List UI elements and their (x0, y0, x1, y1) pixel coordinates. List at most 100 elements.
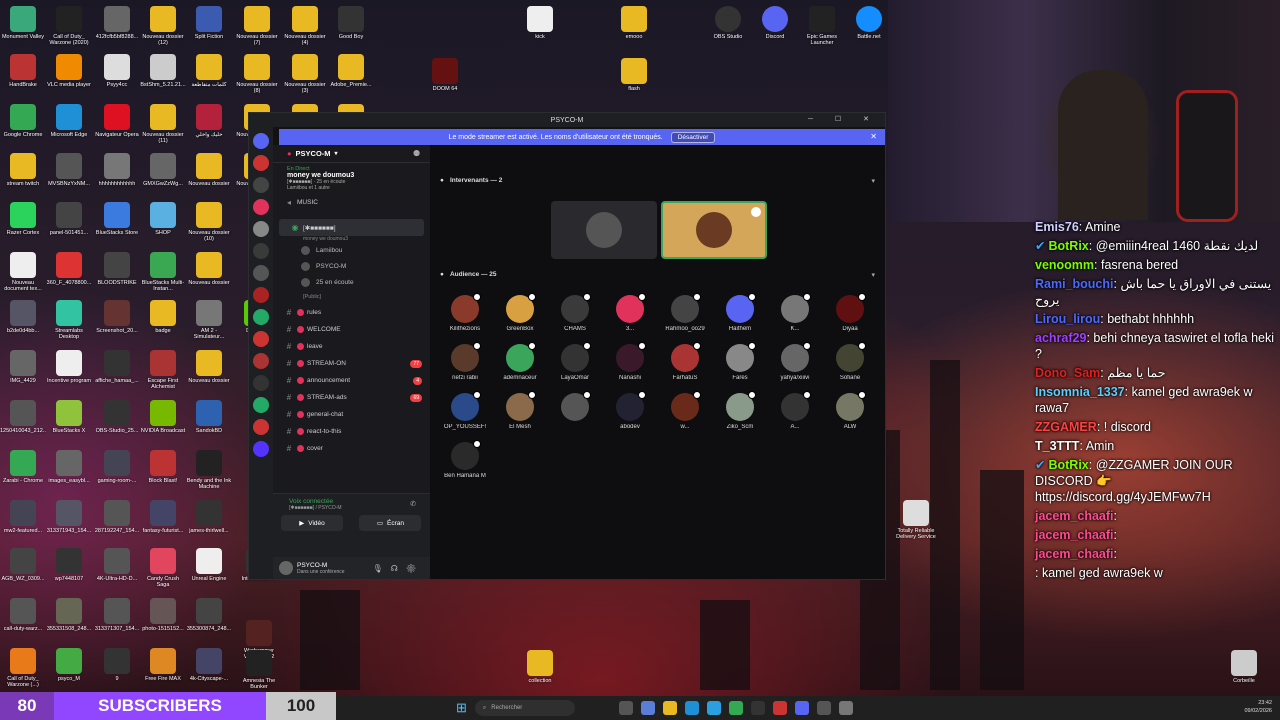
desktop-icon[interactable]: 355331508_248... (46, 598, 92, 645)
desktop-icon[interactable]: Nouveau dossier (186, 252, 232, 299)
channel-item[interactable]: # STREAM-ads 69 (273, 389, 430, 406)
desktop-icon[interactable]: Nouveau dossier (3) (282, 54, 328, 101)
desktop-icon[interactable]: BlueStacks Store (94, 202, 140, 249)
desktop-icon[interactable]: 1250410043_212... (0, 400, 46, 447)
server-icon[interactable] (253, 441, 269, 457)
chevron-down-icon[interactable]: ▾ (871, 271, 875, 279)
audience-member[interactable]: ademnaceur (495, 342, 545, 381)
audience-member[interactable]: Haithem (715, 293, 765, 332)
desktop-icon[interactable]: Monument Valley (0, 6, 46, 53)
taskbar-app-icon[interactable] (618, 701, 633, 715)
channel-music[interactable]: ◂ MUSIC (273, 194, 430, 211)
desktop-icon[interactable]: Adobe_Premie... (328, 54, 374, 101)
voice-user[interactable]: 25 en écoute (273, 274, 430, 290)
server-icon[interactable] (253, 243, 269, 259)
audience-member[interactable]: yahya/xiiivi (770, 342, 820, 381)
desktop-icon[interactable]: GMXGwZzWg... (140, 153, 186, 200)
window-controls[interactable]: ─ ☐ ✕ (808, 115, 879, 123)
audience-member[interactable]: Rahmoo_oo29 (660, 293, 710, 332)
taskbar-app-icon[interactable] (838, 701, 853, 715)
voice-user[interactable]: PSYCO-M (273, 258, 430, 274)
server-icon[interactable] (253, 155, 269, 171)
desktop-icon[interactable]: Google Chrome (0, 104, 46, 151)
audience-member[interactable]: OP_YOUSSEF! (440, 391, 490, 430)
desktop-icon[interactable]: flash (611, 58, 657, 105)
audience-member[interactable]: GreenBox (495, 293, 545, 332)
disable-streamer-button[interactable]: Désactiver (670, 131, 716, 143)
taskbar-app-icon[interactable] (684, 701, 699, 715)
desktop-icon[interactable]: james-thirlwell... (186, 500, 232, 547)
server-icon[interactable] (253, 353, 269, 369)
desktop-icon[interactable]: Split Fiction (186, 6, 232, 53)
audience-member[interactable]: LayaOmar (550, 342, 600, 381)
desktop-icon[interactable]: 4K-Ultra-HD-D... (94, 548, 140, 595)
audience-member[interactable]: Fares (715, 342, 765, 381)
channel-item[interactable]: # general-chat (273, 406, 430, 423)
desktop-icon[interactable]: Call of Duty_ Warzone (...) (0, 648, 46, 695)
channel-item[interactable]: # cover (273, 440, 430, 457)
desktop-icon[interactable]: Psyy4cc (94, 54, 140, 101)
desktop-icon[interactable]: Battle.net (846, 6, 892, 53)
server-icon[interactable] (253, 331, 269, 347)
desktop-icon[interactable]: Good Boy (328, 6, 374, 53)
desktop-icon[interactable]: Nouveau dossier (186, 153, 232, 200)
desktop-icon[interactable]: fantasy-futurist... (140, 500, 186, 547)
desktop-icon[interactable]: 360_F_4078800... (46, 252, 92, 299)
desktop-icon[interactable]: wp7448107 (46, 548, 92, 595)
audience-member[interactable]: Kilithezions (440, 293, 490, 332)
desktop-icon[interactable]: mw2-featured... (0, 500, 46, 547)
desktop-icon[interactable]: badge (140, 300, 186, 347)
taskbar-app-icon[interactable] (706, 701, 721, 715)
desktop-icon[interactable]: gaming-room-... (94, 450, 140, 497)
desktop-icon[interactable]: 9 (94, 648, 140, 695)
taskbar-app-icon[interactable] (750, 701, 765, 715)
channel-item[interactable]: # react-to-this (273, 423, 430, 440)
audience-member[interactable]: nefzi rabii (440, 342, 490, 381)
desktop-icon[interactable]: Nouveau dossier (4) (282, 6, 328, 53)
desktop-icon[interactable]: Nouveau dossier (10) (186, 202, 232, 249)
voice-user[interactable]: Lamiibou (273, 242, 430, 258)
desktop-icon[interactable]: SHOP (140, 202, 186, 249)
screen-button[interactable]: ▭ Écran (359, 515, 422, 531)
desktop-icon[interactable]: Candy Crush Saga (140, 548, 186, 595)
server-icon[interactable] (253, 221, 269, 237)
audience-member[interactable] (550, 391, 600, 424)
clock[interactable]: 23:42 09/02/2026 (1244, 699, 1272, 715)
desktop-icon[interactable]: Call of Duty_ Warzone (2020) (46, 6, 92, 53)
desktop-icon[interactable]: Unreal Engine (186, 548, 232, 595)
desktop-icon[interactable]: Escape First Alchemist (140, 350, 186, 397)
desktop-icon[interactable]: BLOODSTRIKE (94, 252, 140, 299)
desktop-icon[interactable]: Epic Games Launcher (799, 6, 845, 53)
speaker-tile-active[interactable] (661, 201, 767, 259)
channel-item[interactable]: # STREAM-ON 77 (273, 355, 430, 372)
desktop-icon[interactable]: OBS-Studio_25... (94, 400, 140, 447)
server-icon[interactable] (253, 375, 269, 391)
desktop-icon[interactable]: Nouveau dossier (186, 350, 232, 397)
desktop-icon[interactable]: BlueStacks X (46, 400, 92, 447)
desktop-icon[interactable]: Navigateur Opera (94, 104, 140, 151)
desktop-icon[interactable]: 412fcfb5bf8288... (94, 6, 140, 53)
live-event[interactable]: En Direct money we doumou3 [✱■■■■■■] · 2… (273, 163, 430, 194)
channel-item[interactable]: # rules (273, 304, 430, 321)
server-header[interactable]: ● PSYCO-M ▾ ⚉ (273, 145, 430, 163)
desktop-icon[interactable]: HandBrake (0, 54, 46, 101)
desktop-icon[interactable]: panel-501451... (46, 202, 92, 249)
desktop-icon[interactable]: SandokBD (186, 400, 232, 447)
audience-member[interactable]: Ziko_Scm (715, 391, 765, 430)
taskbar-app-icon[interactable] (816, 701, 831, 715)
desktop-icon[interactable]: Zarabi - Chrome (0, 450, 46, 497)
audience-member[interactable]: FarhatuS (660, 342, 710, 381)
server-icon[interactable] (253, 419, 269, 435)
add-member-icon[interactable]: ⚉ (413, 149, 420, 158)
desktop-icon[interactable]: NVIDIA Broadcast (140, 400, 186, 447)
audience-member[interactable]: Nanashi (605, 342, 655, 381)
audience-member[interactable]: K... (770, 293, 820, 332)
desktop-icon[interactable]: AGB_WZ_0309... (0, 548, 46, 595)
avatar[interactable] (279, 561, 293, 575)
audience-member[interactable]: CHAMS (550, 293, 600, 332)
server-icon[interactable] (253, 287, 269, 303)
desktop-icon[interactable]: 313371943_154... (46, 500, 92, 547)
desktop-icon[interactable]: BstShm_5.21.21... (140, 54, 186, 101)
channel-item[interactable]: # WELCOME (273, 321, 430, 338)
desktop-icon[interactable]: images_easybl... (46, 450, 92, 497)
